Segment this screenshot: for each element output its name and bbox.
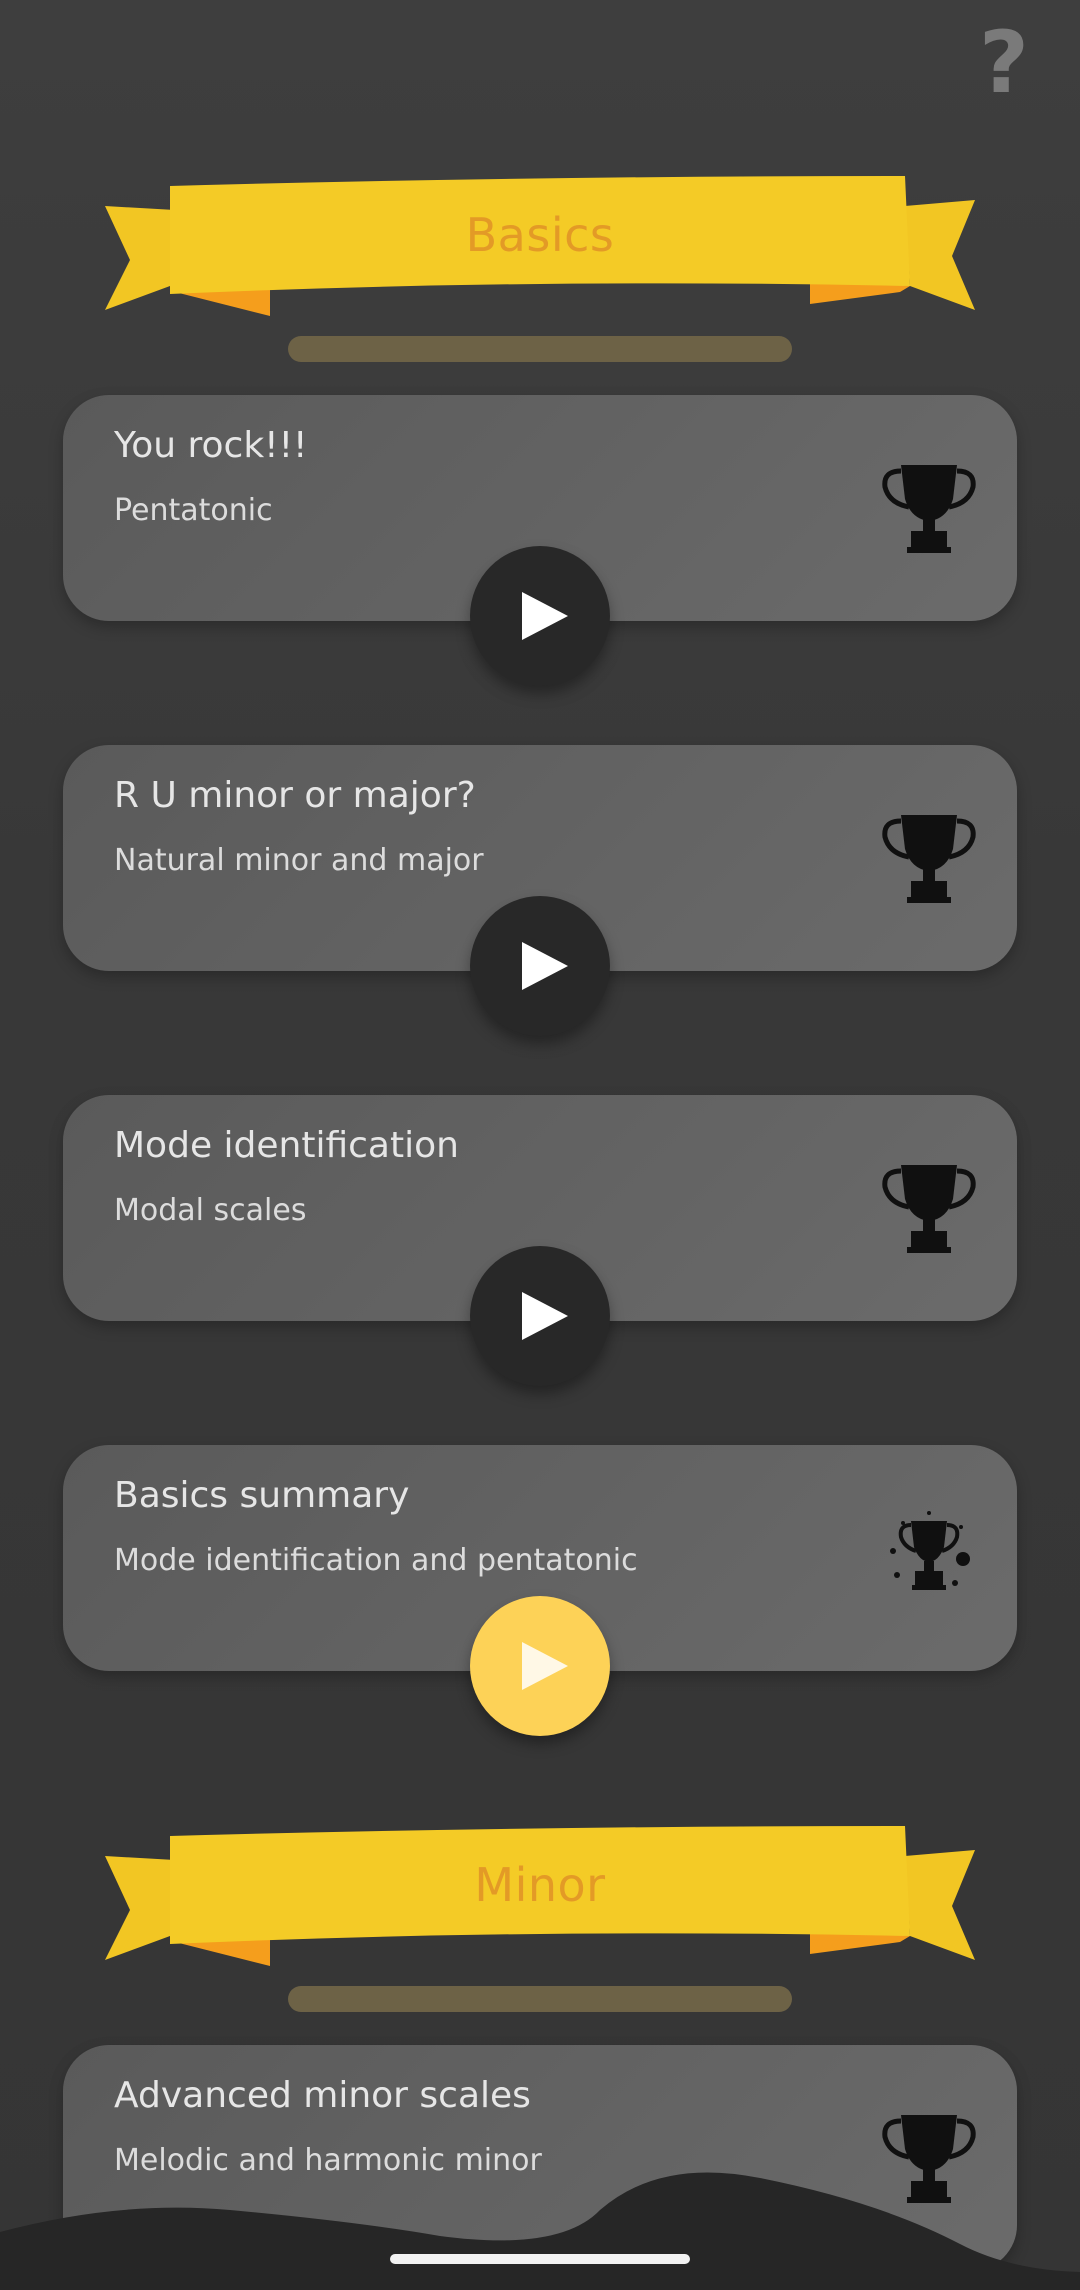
lesson-title: You rock!!! [114, 425, 308, 466]
lesson-subtitle: Natural minor and major [114, 843, 484, 878]
bottom-wave [0, 2172, 1080, 2290]
play-button[interactable] [470, 546, 610, 686]
play-icon [522, 592, 568, 640]
lesson-subtitle: Mode identification and pentatonic [114, 1543, 638, 1578]
trophy-icon [879, 807, 979, 907]
lesson-title: Advanced minor scales [114, 2075, 531, 2116]
lesson-subtitle: Pentatonic [114, 493, 273, 528]
section-banner-basics: Basics [100, 168, 980, 318]
lesson-title: Basics summary [114, 1475, 410, 1516]
play-button-current[interactable] [470, 1596, 610, 1736]
play-icon [522, 1642, 568, 1690]
lesson-map-screen: ? Basics You rock!!! Pentatonic R U mino… [0, 0, 1080, 2290]
lesson-title: Mode identification [114, 1125, 459, 1166]
section-title: Minor [474, 1858, 606, 1912]
trophy-sparkle-icon [879, 1507, 979, 1607]
play-button[interactable] [470, 1246, 610, 1386]
home-indicator[interactable] [390, 2254, 690, 2264]
help-button[interactable]: ? [972, 18, 1036, 108]
section-progress-bar [288, 336, 792, 362]
trophy-icon [879, 457, 979, 557]
section-title: Basics [465, 208, 615, 262]
section-progress-bar [288, 1986, 792, 2012]
trophy-icon [879, 1157, 979, 1257]
lesson-subtitle: Modal scales [114, 1193, 307, 1228]
section-banner-minor: Minor [100, 1818, 980, 1968]
play-icon [522, 942, 568, 990]
lesson-title: R U minor or major? [114, 775, 476, 816]
play-button[interactable] [470, 896, 610, 1036]
play-icon [522, 1292, 568, 1340]
